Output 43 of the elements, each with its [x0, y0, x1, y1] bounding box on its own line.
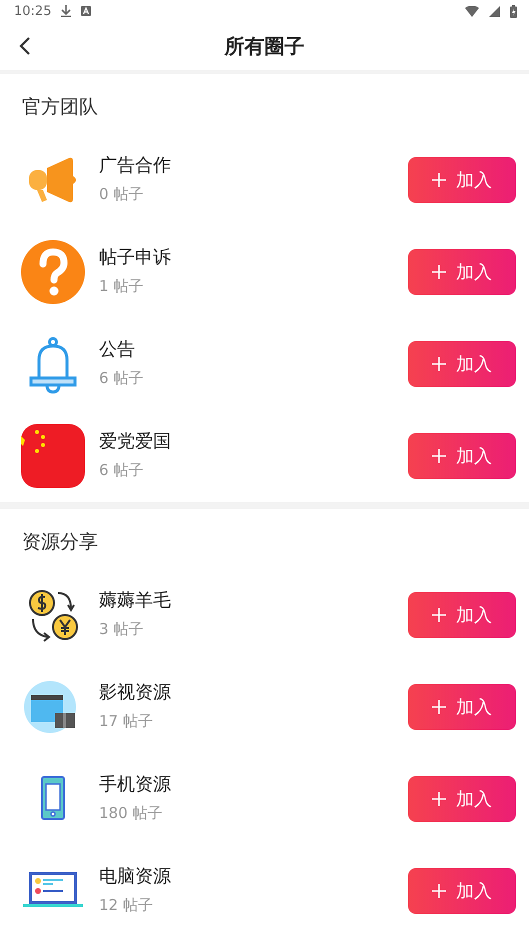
post-count: 3 帖子	[99, 620, 144, 638]
section-title: 资源分享	[21, 530, 99, 555]
post-count: 180 帖子	[99, 804, 164, 822]
plus-icon	[432, 265, 446, 279]
post-count: 0 帖子	[99, 184, 144, 204]
plus-icon	[432, 449, 446, 463]
post-count: 6 帖子	[99, 368, 144, 388]
join-button[interactable]: 加入	[408, 341, 516, 387]
download-icon	[61, 5, 72, 17]
keyboard-badge-icon	[81, 6, 92, 16]
circle-name: 电脑资源	[99, 864, 172, 888]
circle-name: 广告合作	[99, 154, 172, 176]
circle-name: 薅薅羊毛	[99, 588, 172, 612]
circle-name: 帖子申诉	[99, 246, 172, 268]
join-button[interactable]: 加入	[408, 776, 516, 822]
plus-icon	[432, 792, 446, 806]
plus-icon	[432, 608, 446, 622]
join-button[interactable]: 加入	[408, 433, 516, 479]
wifi-icon	[465, 6, 479, 16]
plus-icon	[432, 700, 446, 714]
plus-icon	[432, 173, 446, 187]
section-title: 官方团队	[21, 95, 99, 120]
join-button[interactable]: 加入	[408, 684, 516, 730]
circle-name: 公告	[99, 338, 136, 360]
status-time: 10:25	[14, 4, 52, 18]
join-button[interactable]: 加入	[408, 592, 516, 638]
battery-icon	[510, 4, 517, 18]
page-title: 所有圈子	[224, 32, 304, 60]
circle-name: 手机资源	[99, 772, 172, 796]
question-icon	[21, 240, 85, 304]
circle-name: 爱党爱国	[99, 430, 172, 452]
post-count: 1 帖子	[99, 276, 144, 296]
plus-icon	[432, 884, 446, 898]
post-count: 12 帖子	[99, 896, 154, 914]
flag-icon	[21, 424, 85, 488]
post-count: 17 帖子	[99, 712, 154, 730]
circle-name: 影视资源	[99, 680, 172, 704]
signal-icon	[489, 6, 500, 16]
post-count: 6 帖子	[99, 460, 144, 480]
join-button[interactable]: 加入	[408, 868, 516, 914]
plus-icon	[432, 357, 446, 371]
join-button[interactable]: 加入	[408, 157, 516, 203]
join-button[interactable]: 加入	[408, 249, 516, 295]
